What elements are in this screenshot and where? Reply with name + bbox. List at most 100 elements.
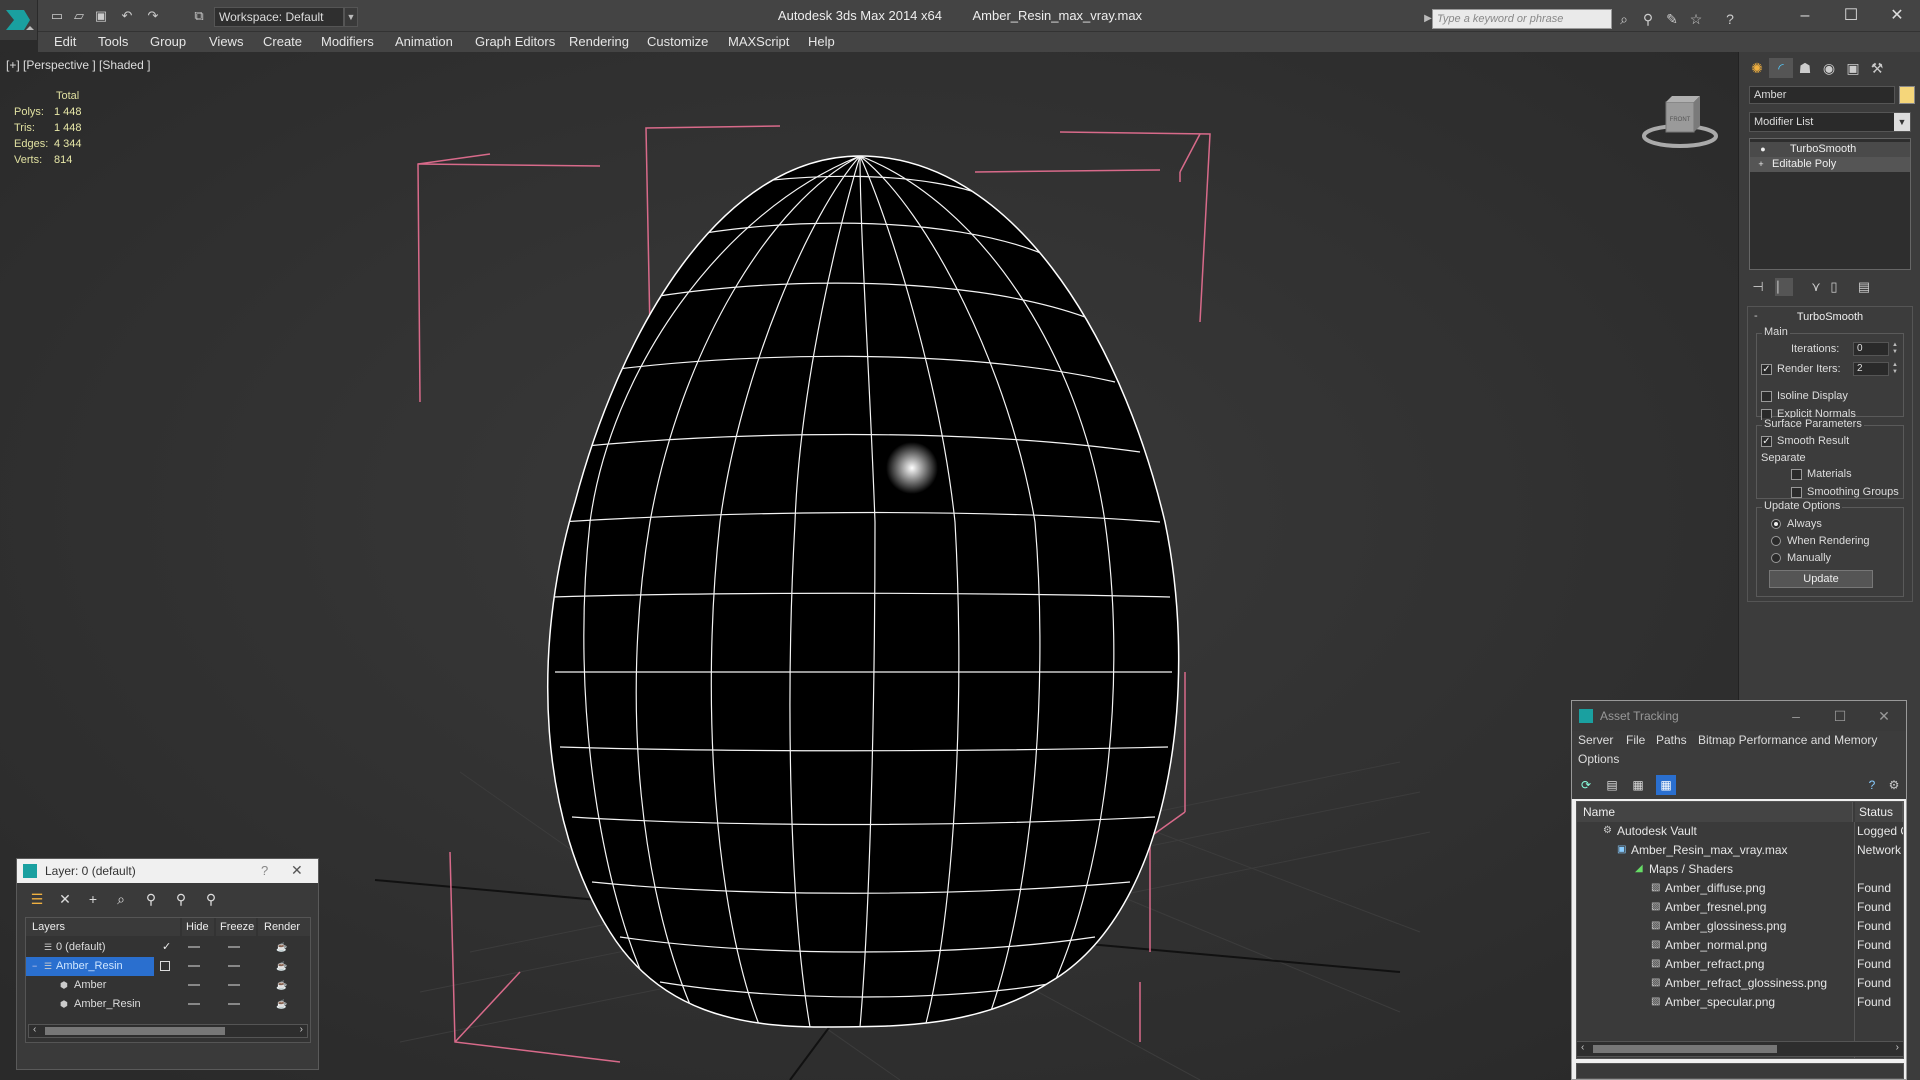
asset-horizontal-scrollbar[interactable]: ‹ › [1576,1041,1904,1057]
hide-toggle[interactable] [188,984,200,986]
redo-icon[interactable]: ↷ [144,8,162,24]
stack-item-turbosmooth[interactable]: ● TurboSmooth [1750,142,1910,157]
maximize-icon[interactable]: ☐ [1828,0,1874,32]
column-header-name[interactable]: Name [1577,802,1853,822]
layer-horizontal-scrollbar[interactable]: ‹ › [28,1024,308,1038]
freeze-toggle[interactable] [228,1003,240,1005]
when-rendering-radio[interactable] [1771,536,1781,546]
close-icon[interactable]: ✕ [1874,0,1920,32]
menu-file[interactable]: File [1626,731,1645,749]
table-view-icon[interactable]: ▦ [1656,775,1676,795]
menu-maxscript[interactable]: MAXScript [728,32,789,52]
binoculars-icon[interactable]: ⌕ [1614,9,1634,29]
undo-icon[interactable]: ↶ [118,8,136,24]
column-header-layers[interactable]: Layers [26,918,180,936]
viewport-label[interactable]: [+] [Perspective ] [Shaded ] [6,58,150,72]
iterations-spinner-arrows-icon[interactable]: ▲ ▼ [1891,342,1899,356]
object-name-field[interactable]: Amber [1749,86,1895,104]
render-iters-spinner[interactable]: 2 [1853,362,1889,376]
new-file-icon[interactable]: ▭ [48,8,66,24]
menu-views[interactable]: Views [209,32,243,52]
column-header-render[interactable]: Render [258,918,310,936]
materials-checkbox[interactable] [1791,469,1802,480]
remove-modifier-icon[interactable]: ▯ [1825,278,1843,296]
asset-tracking-titlebar[interactable]: Asset Tracking – ☐ ✕ [1572,701,1906,731]
active-layer-check-icon[interactable]: ✓ [162,938,171,957]
menu-group[interactable]: Group [150,32,186,52]
bulb-icon[interactable]: ● [1758,144,1768,154]
scrollbar-thumb[interactable] [45,1027,225,1035]
menu-paths[interactable]: Paths [1656,731,1687,749]
menu-rendering[interactable]: Rendering [569,32,629,52]
menu-create[interactable]: Create [263,32,302,52]
menu-tools[interactable]: Tools [98,32,128,52]
smoothing-groups-checkbox[interactable] [1791,487,1802,498]
turbosmooth-rollout-title[interactable]: TurboSmooth [1748,311,1912,323]
new-layer-icon[interactable]: ☰ [27,889,47,909]
help-icon[interactable]: ? [1720,9,1740,29]
thumbnail-view-icon[interactable]: ▦ [1628,775,1648,795]
utilities-tab-icon[interactable]: ⚒ [1865,58,1889,78]
object-color-swatch[interactable] [1899,86,1915,104]
subscription-icon[interactable]: ⚲ [1638,9,1658,29]
menu-graph-editors[interactable]: Graph Editors [475,32,555,52]
hierarchy-tab-icon[interactable]: ☗ [1793,58,1817,78]
refresh-icon[interactable]: ⟳ [1576,775,1596,795]
settings-icon[interactable]: ⚙ [1884,775,1904,795]
save-icon[interactable]: ▣ [92,8,110,24]
render-teapot-icon[interactable]: ☕ [276,999,288,1009]
stack-item-editable-poly[interactable]: + Editable Poly [1750,157,1910,172]
set-active-layer-box[interactable] [160,961,170,971]
project-folder-icon[interactable]: ⧉ [190,8,208,24]
menu-bitmap-performance[interactable]: Bitmap Performance and Memory [1698,731,1877,749]
pin-stack-icon[interactable]: ⊣ [1749,278,1767,296]
hide-toggle[interactable] [188,965,200,967]
make-unique-icon[interactable]: ⋎ [1807,278,1825,296]
render-teapot-icon[interactable]: ☕ [276,942,288,952]
scroll-left-icon[interactable]: ‹ [1581,1042,1584,1053]
add-to-layer-icon[interactable]: + [83,889,103,909]
layer-row[interactable]: ⬢ Amber ☕ [26,976,310,995]
freeze-toggle[interactable] [228,946,240,948]
help-icon[interactable]: ? [1862,775,1882,795]
select-objects-in-layer-icon[interactable]: ⌕ [111,889,131,909]
list-view-icon[interactable]: ▤ [1602,775,1622,795]
motion-tab-icon[interactable]: ◉ [1817,58,1841,78]
open-folder-icon[interactable]: ▱ [70,8,88,24]
isoline-display-checkbox[interactable] [1761,391,1772,402]
menu-modifiers[interactable]: Modifiers [321,32,374,52]
modify-tab-icon[interactable]: ◜ [1769,58,1793,78]
plus-icon[interactable]: + [1756,159,1766,169]
highlight-layer-icon[interactable]: ⚲ [141,889,161,909]
search-input[interactable]: Type a keyword or phrase [1432,9,1612,29]
render-teapot-icon[interactable]: ☕ [276,980,288,990]
close-icon[interactable]: ✕ [291,862,303,879]
app-logo-button[interactable] [0,0,38,40]
hide-toggle[interactable] [188,1003,200,1005]
freeze-all-layers-icon[interactable]: ⚲ [201,889,221,909]
column-header-freeze[interactable]: Freeze [216,918,256,936]
iterations-spinner[interactable]: 0 [1853,342,1889,356]
create-tab-icon[interactable]: ✺ [1745,58,1769,78]
maximize-icon[interactable]: ☐ [1818,701,1862,731]
scrollbar-thumb[interactable] [1593,1045,1777,1053]
render-iters-checkbox[interactable]: ✓ [1761,364,1772,375]
scroll-right-icon[interactable]: › [300,1024,303,1035]
workspace-dropdown[interactable]: Workspace: Default [214,7,344,27]
always-radio[interactable] [1771,519,1781,529]
layer-window-titlebar[interactable]: Layer: 0 (default) ? ✕ [17,859,318,883]
show-end-result-icon[interactable]: ⎸ [1775,278,1793,296]
menu-edit[interactable]: Edit [54,32,76,52]
communication-icon[interactable]: ✎ [1662,9,1682,29]
minimize-icon[interactable]: – [1782,0,1828,32]
layer-row[interactable]: ⬢ Amber_Resin ☕ [26,995,310,1014]
column-header-status[interactable]: Status [1855,802,1903,822]
display-tab-icon[interactable]: ▣ [1841,58,1865,78]
scroll-right-icon[interactable]: › [1896,1042,1899,1053]
menu-animation[interactable]: Animation [395,32,453,52]
render-iters-spinner-arrows-icon[interactable]: ▲ ▼ [1891,362,1899,376]
collapse-icon[interactable]: − [32,957,37,976]
column-header-hide[interactable]: Hide [182,918,214,936]
menu-help[interactable]: Help [808,32,835,52]
update-button[interactable]: Update [1769,570,1873,588]
